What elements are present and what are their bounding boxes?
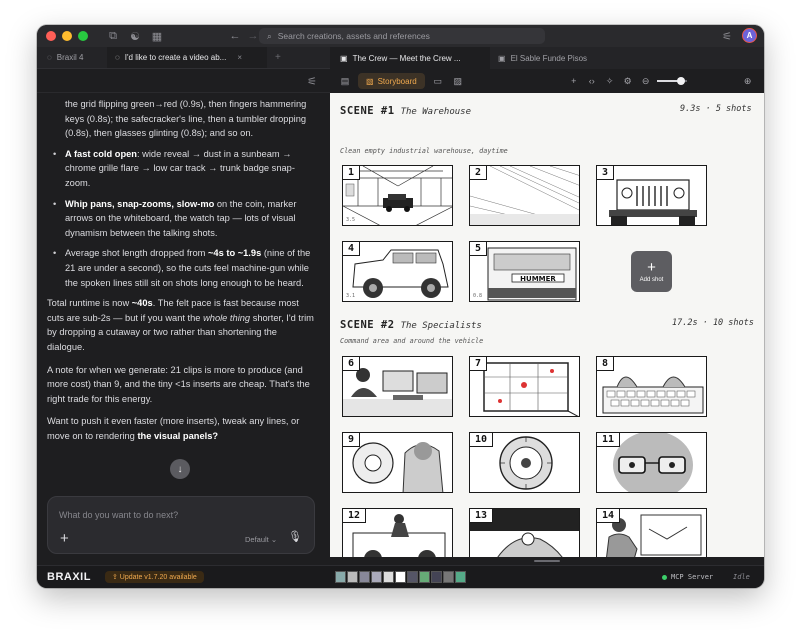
tab-braxil-4[interactable]: ◌ Braxil 4 bbox=[37, 47, 107, 68]
search-bar[interactable]: ⌕ Search creations, assets and reference… bbox=[259, 28, 545, 44]
shot-panel[interactable]: 14 bbox=[596, 508, 707, 557]
chat-subtoolbar: ⚟ bbox=[37, 69, 330, 93]
shot-panel[interactable]: 2 bbox=[469, 165, 580, 226]
list-item: the grid flipping green→red (0.9s), then… bbox=[65, 99, 307, 139]
status-bar: BRAXIL ⇪ Update v1.7.20 available MCP Se… bbox=[37, 565, 764, 588]
microphone-icon[interactable]: 🎙 bbox=[288, 530, 302, 543]
brain-icon[interactable]: ☯ bbox=[128, 29, 142, 43]
tab-current-chat[interactable]: ◌ I'd like to create a video ab... × bbox=[107, 47, 267, 68]
list-item: Whip pans, snap-zooms, slow-mo on the co… bbox=[47, 197, 316, 241]
film-icon: ▣ bbox=[340, 53, 348, 63]
storyboard-toolbar: ▤ ▧ Storyboard ▭ ▨ + ‹› ✧ ⚙ ⊖ ⊕ bbox=[330, 69, 764, 93]
back-arrow-icon[interactable]: ← bbox=[228, 29, 242, 43]
storyboard-icon: ▧ bbox=[366, 76, 374, 86]
close-icon[interactable]: × bbox=[237, 53, 242, 62]
shot-panel[interactable]: 7 bbox=[469, 356, 580, 417]
shot-panel[interactable]: 13 bbox=[469, 508, 580, 557]
sliders-icon[interactable]: ⚟ bbox=[305, 74, 319, 88]
tab-the-crew[interactable]: ▣ The Crew — Meet the Crew ... bbox=[330, 47, 490, 69]
sliders-icon[interactable]: ⚟ bbox=[720, 29, 734, 43]
shot-panel[interactable]: 1 3.5 bbox=[342, 165, 453, 226]
shot-panel[interactable]: 10 bbox=[469, 432, 580, 493]
film-icon: ▣ bbox=[498, 53, 506, 63]
avatar[interactable]: A bbox=[742, 28, 757, 43]
image-icon[interactable]: ▨ bbox=[451, 76, 465, 87]
cast-icon[interactable]: ✧ bbox=[603, 76, 617, 87]
chat-bubble-icon: ◌ bbox=[115, 53, 120, 62]
add-shot-button[interactable]: + Add shot bbox=[631, 251, 672, 292]
shot-panel[interactable]: 12 bbox=[342, 508, 453, 557]
shot-panel[interactable]: 9 bbox=[342, 432, 453, 493]
tab-el-sable[interactable]: ▣ El Sable Funde Pisos bbox=[490, 47, 610, 69]
code-icon[interactable]: ‹› bbox=[585, 76, 599, 86]
settings-icon[interactable]: ⚙ bbox=[621, 76, 635, 87]
truck-badge-text: HUMMER bbox=[520, 275, 556, 283]
title-bar: ⧉ ☯ ▦ ← → ⌕ Search creations, assets and… bbox=[37, 25, 764, 47]
app-logo: BRAXIL bbox=[47, 571, 91, 583]
forward-arrow-icon[interactable]: → bbox=[246, 29, 260, 43]
add-icon[interactable]: + bbox=[567, 76, 581, 86]
shot-panel[interactable]: 6 bbox=[342, 356, 453, 417]
scene-title: SCENE #1 The Warehouse bbox=[340, 105, 472, 117]
scene-meta: 9.3s · 5 shots bbox=[680, 104, 752, 114]
storyboard-view-button[interactable]: ▧ Storyboard bbox=[358, 73, 425, 89]
document-icon[interactable]: ▤ bbox=[338, 76, 352, 87]
timeline-icon[interactable]: ▭ bbox=[431, 76, 445, 87]
chat-paragraph: Want to push it even faster (more insert… bbox=[47, 416, 300, 441]
minimize-window-button[interactable] bbox=[62, 31, 72, 41]
window-controls bbox=[46, 31, 88, 41]
shot-panel[interactable]: 8 bbox=[596, 356, 707, 417]
recent-thumbnails[interactable] bbox=[335, 571, 466, 583]
left-tab-bar: ◌ Braxil 4 ◌ I'd like to create a video … bbox=[37, 47, 330, 69]
scene-meta: 17.2s · 10 shots bbox=[672, 318, 754, 328]
scroll-to-bottom-button[interactable]: ↓ bbox=[170, 459, 190, 479]
attach-button[interactable]: + bbox=[60, 530, 69, 547]
zoom-window-button[interactable] bbox=[78, 31, 88, 41]
zoom-slider[interactable] bbox=[656, 77, 687, 85]
message-input[interactable]: What do you want to do next? bbox=[59, 510, 178, 520]
shot-panel[interactable]: 11 bbox=[596, 432, 707, 493]
shot-panel[interactable]: 3 bbox=[596, 165, 707, 226]
mcp-server-status[interactable]: MCP Server bbox=[662, 573, 713, 581]
search-icon: ⌕ bbox=[267, 30, 272, 41]
shot-panel[interactable]: 4 3.1 bbox=[342, 241, 453, 302]
arrow-down-icon: ↓ bbox=[177, 463, 183, 475]
scene-description: Command area and around the vehicle bbox=[340, 337, 484, 345]
chat-paragraph: Total runtime is now ~40s. The felt pace… bbox=[47, 298, 314, 352]
panel-resize-handle[interactable] bbox=[330, 557, 764, 565]
list-item: A fast cold open: wide reveal → dust in … bbox=[47, 147, 316, 191]
right-tab-bar: ▣ The Crew — Meet the Crew ... ▣ El Sabl… bbox=[330, 47, 764, 69]
copy-icon[interactable]: ⧉ bbox=[106, 29, 120, 43]
zoom-in-icon[interactable]: ⊕ bbox=[741, 76, 755, 87]
status-dot-icon bbox=[662, 574, 667, 580]
scene-description: Clean empty industrial warehouse, daytim… bbox=[340, 147, 508, 155]
mode-select[interactable]: Default ⌄ bbox=[245, 535, 277, 544]
search-input[interactable]: Search creations, assets and references bbox=[278, 31, 430, 41]
update-badge[interactable]: ⇪ Update v1.7.20 available bbox=[104, 571, 204, 583]
chat-bubble-icon: ◌ bbox=[47, 53, 52, 62]
new-tab-button[interactable]: + bbox=[267, 47, 289, 68]
chat-transcript: the grid flipping green→red (0.9s), then… bbox=[37, 93, 330, 493]
app-window: ⧉ ☯ ▦ ← → ⌕ Search creations, assets and… bbox=[37, 25, 764, 588]
shot-panel[interactable]: HUMMER 5 0.8 bbox=[469, 241, 580, 302]
status-text: Idle bbox=[733, 573, 750, 581]
storyboard-canvas: SCENE #1 The Warehouse 9.3s · 5 shots Cle… bbox=[330, 93, 764, 557]
chat-paragraph: A note for when we generate: 21 clips is… bbox=[47, 364, 310, 404]
chevron-down-icon: ⌄ bbox=[270, 535, 278, 544]
scene-title: SCENE #2 The Specialists bbox=[340, 319, 482, 331]
zoom-out-icon[interactable]: ⊖ bbox=[639, 76, 653, 87]
message-composer[interactable]: What do you want to do next? + Default ⌄… bbox=[47, 496, 315, 554]
list-item: Average shot length dropped from ~4s to … bbox=[47, 246, 316, 290]
plus-icon: + bbox=[647, 258, 656, 276]
calendar-icon[interactable]: ▦ bbox=[150, 29, 164, 43]
close-window-button[interactable] bbox=[46, 31, 56, 41]
